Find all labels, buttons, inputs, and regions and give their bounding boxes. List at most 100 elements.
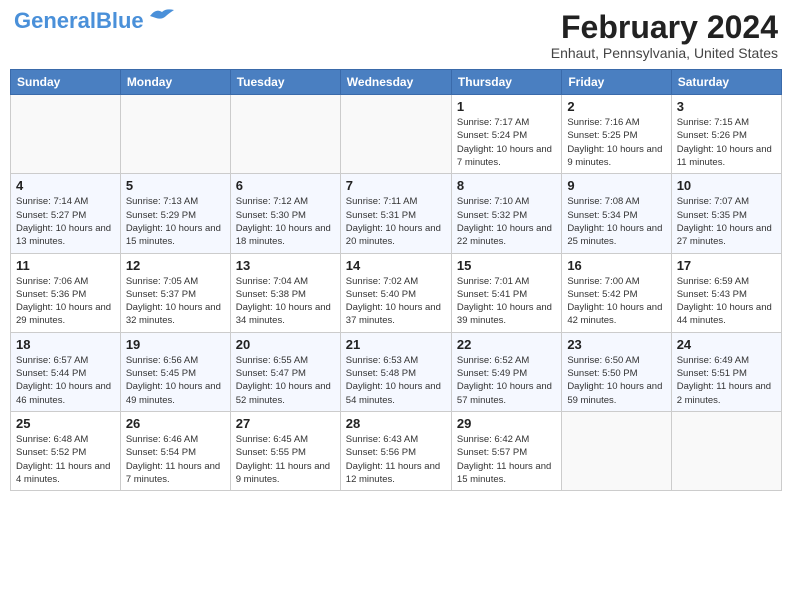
day-info: Sunrise: 6:45 AM Sunset: 5:55 PM Dayligh… <box>236 433 335 486</box>
calendar-cell: 29 Sunrise: 6:42 AM Sunset: 5:57 PM Dayli… <box>451 411 561 490</box>
day-info: Sunrise: 7:17 AM Sunset: 5:24 PM Dayligh… <box>457 116 556 169</box>
day-info: Sunrise: 7:12 AM Sunset: 5:30 PM Dayligh… <box>236 195 335 248</box>
logo-bird-icon <box>148 6 176 26</box>
day-info: Sunrise: 6:42 AM Sunset: 5:57 PM Dayligh… <box>457 433 556 486</box>
calendar-cell: 11Sunrise: 7:06 AM Sunset: 5:36 PM Dayli… <box>11 253 121 332</box>
day-info: Sunrise: 6:55 AM Sunset: 5:47 PM Dayligh… <box>236 354 335 407</box>
weekday-header-thursday: Thursday <box>451 70 561 95</box>
calendar-cell: 2 Sunrise: 7:16 AM Sunset: 5:25 PM Daylig… <box>562 95 671 174</box>
calendar-cell: 12 Sunrise: 7:05 AM Sunset: 5:37 PM Dayli… <box>120 253 230 332</box>
calendar-cell: 9 Sunrise: 7:08 AM Sunset: 5:34 PM Daylig… <box>562 174 671 253</box>
day-number: 4 <box>16 178 115 193</box>
day-info: Sunrise: 7:08 AM Sunset: 5:34 PM Dayligh… <box>567 195 665 248</box>
calendar-cell: 10 Sunrise: 7:07 AM Sunset: 5:35 PM Dayli… <box>671 174 781 253</box>
day-number: 28 <box>346 416 446 431</box>
calendar-week-row: 11Sunrise: 7:06 AM Sunset: 5:36 PM Dayli… <box>11 253 782 332</box>
day-number: 14 <box>346 258 446 273</box>
day-info: Sunrise: 7:11 AM Sunset: 5:31 PM Dayligh… <box>346 195 446 248</box>
day-number: 27 <box>236 416 335 431</box>
day-number: 5 <box>126 178 225 193</box>
calendar-week-row: 1 Sunrise: 7:17 AM Sunset: 5:24 PM Daylig… <box>11 95 782 174</box>
day-info: Sunrise: 6:46 AM Sunset: 5:54 PM Dayligh… <box>126 433 225 486</box>
day-info: Sunrise: 6:53 AM Sunset: 5:48 PM Dayligh… <box>346 354 446 407</box>
day-info: Sunrise: 7:04 AM Sunset: 5:38 PM Dayligh… <box>236 275 335 328</box>
day-info: Sunrise: 6:52 AM Sunset: 5:49 PM Dayligh… <box>457 354 556 407</box>
day-number: 17 <box>677 258 776 273</box>
calendar-week-row: 18Sunrise: 6:57 AM Sunset: 5:44 PM Dayli… <box>11 332 782 411</box>
day-number: 13 <box>236 258 335 273</box>
day-number: 11 <box>16 258 115 273</box>
weekday-header-tuesday: Tuesday <box>230 70 340 95</box>
calendar-cell: 8 Sunrise: 7:10 AM Sunset: 5:32 PM Daylig… <box>451 174 561 253</box>
day-number: 6 <box>236 178 335 193</box>
day-number: 1 <box>457 99 556 114</box>
day-info: Sunrise: 6:56 AM Sunset: 5:45 PM Dayligh… <box>126 354 225 407</box>
calendar-cell: 20 Sunrise: 6:55 AM Sunset: 5:47 PM Dayli… <box>230 332 340 411</box>
calendar-cell: 28 Sunrise: 6:43 AM Sunset: 5:56 PM Dayli… <box>340 411 451 490</box>
calendar-cell <box>562 411 671 490</box>
logo: GeneralBlue <box>14 10 176 32</box>
calendar-cell: 7 Sunrise: 7:11 AM Sunset: 5:31 PM Daylig… <box>340 174 451 253</box>
day-number: 10 <box>677 178 776 193</box>
day-info: Sunrise: 6:48 AM Sunset: 5:52 PM Dayligh… <box>16 433 115 486</box>
calendar-cell <box>340 95 451 174</box>
day-number: 22 <box>457 337 556 352</box>
day-info: Sunrise: 6:50 AM Sunset: 5:50 PM Dayligh… <box>567 354 665 407</box>
day-number: 25 <box>16 416 115 431</box>
weekday-header-monday: Monday <box>120 70 230 95</box>
subtitle: Enhaut, Pennsylvania, United States <box>551 45 778 61</box>
day-number: 12 <box>126 258 225 273</box>
calendar-cell: 3Sunrise: 7:15 AM Sunset: 5:26 PM Daylig… <box>671 95 781 174</box>
day-info: Sunrise: 6:59 AM Sunset: 5:43 PM Dayligh… <box>677 275 776 328</box>
day-number: 2 <box>567 99 665 114</box>
calendar-cell: 22 Sunrise: 6:52 AM Sunset: 5:49 PM Dayli… <box>451 332 561 411</box>
logo-text: GeneralBlue <box>14 10 144 32</box>
calendar-cell: 24Sunrise: 6:49 AM Sunset: 5:51 PM Dayli… <box>671 332 781 411</box>
calendar-cell: 15Sunrise: 7:01 AM Sunset: 5:41 PM Dayli… <box>451 253 561 332</box>
title-block: February 2024 Enhaut, Pennsylvania, Unit… <box>551 10 778 61</box>
calendar-cell: 26 Sunrise: 6:46 AM Sunset: 5:54 PM Dayli… <box>120 411 230 490</box>
day-number: 18 <box>16 337 115 352</box>
calendar-cell <box>11 95 121 174</box>
day-number: 9 <box>567 178 665 193</box>
day-number: 3 <box>677 99 776 114</box>
day-number: 16 <box>567 258 665 273</box>
calendar-cell <box>230 95 340 174</box>
day-number: 21 <box>346 337 446 352</box>
calendar-cell: 5 Sunrise: 7:13 AM Sunset: 5:29 PM Daylig… <box>120 174 230 253</box>
weekday-header-saturday: Saturday <box>671 70 781 95</box>
day-number: 24 <box>677 337 776 352</box>
calendar-week-row: 25 Sunrise: 6:48 AM Sunset: 5:52 PM Dayli… <box>11 411 782 490</box>
calendar-cell: 18Sunrise: 6:57 AM Sunset: 5:44 PM Dayli… <box>11 332 121 411</box>
day-info: Sunrise: 7:07 AM Sunset: 5:35 PM Dayligh… <box>677 195 776 248</box>
day-info: Sunrise: 7:13 AM Sunset: 5:29 PM Dayligh… <box>126 195 225 248</box>
day-info: Sunrise: 7:02 AM Sunset: 5:40 PM Dayligh… <box>346 275 446 328</box>
calendar-cell: 23Sunrise: 6:50 AM Sunset: 5:50 PM Dayli… <box>562 332 671 411</box>
day-info: Sunrise: 7:14 AM Sunset: 5:27 PM Dayligh… <box>16 195 115 248</box>
day-info: Sunrise: 7:05 AM Sunset: 5:37 PM Dayligh… <box>126 275 225 328</box>
page-header: GeneralBlue February 2024 Enhaut, Pennsy… <box>10 10 782 61</box>
day-number: 19 <box>126 337 225 352</box>
calendar-table: SundayMondayTuesdayWednesdayThursdayFrid… <box>10 69 782 491</box>
day-number: 26 <box>126 416 225 431</box>
calendar-cell <box>120 95 230 174</box>
calendar-cell <box>671 411 781 490</box>
weekday-header-row: SundayMondayTuesdayWednesdayThursdayFrid… <box>11 70 782 95</box>
day-info: Sunrise: 6:43 AM Sunset: 5:56 PM Dayligh… <box>346 433 446 486</box>
calendar-cell: 19 Sunrise: 6:56 AM Sunset: 5:45 PM Dayli… <box>120 332 230 411</box>
day-number: 29 <box>457 416 556 431</box>
day-number: 8 <box>457 178 556 193</box>
calendar-week-row: 4 Sunrise: 7:14 AM Sunset: 5:27 PM Daylig… <box>11 174 782 253</box>
day-info: Sunrise: 7:16 AM Sunset: 5:25 PM Dayligh… <box>567 116 665 169</box>
calendar-cell: 14 Sunrise: 7:02 AM Sunset: 5:40 PM Dayli… <box>340 253 451 332</box>
day-info: Sunrise: 7:10 AM Sunset: 5:32 PM Dayligh… <box>457 195 556 248</box>
calendar-cell: 17 Sunrise: 6:59 AM Sunset: 5:43 PM Dayli… <box>671 253 781 332</box>
weekday-header-wednesday: Wednesday <box>340 70 451 95</box>
day-info: Sunrise: 7:00 AM Sunset: 5:42 PM Dayligh… <box>567 275 665 328</box>
calendar-cell: 6 Sunrise: 7:12 AM Sunset: 5:30 PM Daylig… <box>230 174 340 253</box>
weekday-header-friday: Friday <box>562 70 671 95</box>
calendar-cell: 4 Sunrise: 7:14 AM Sunset: 5:27 PM Daylig… <box>11 174 121 253</box>
day-number: 20 <box>236 337 335 352</box>
day-number: 7 <box>346 178 446 193</box>
calendar-cell: 16 Sunrise: 7:00 AM Sunset: 5:42 PM Dayli… <box>562 253 671 332</box>
